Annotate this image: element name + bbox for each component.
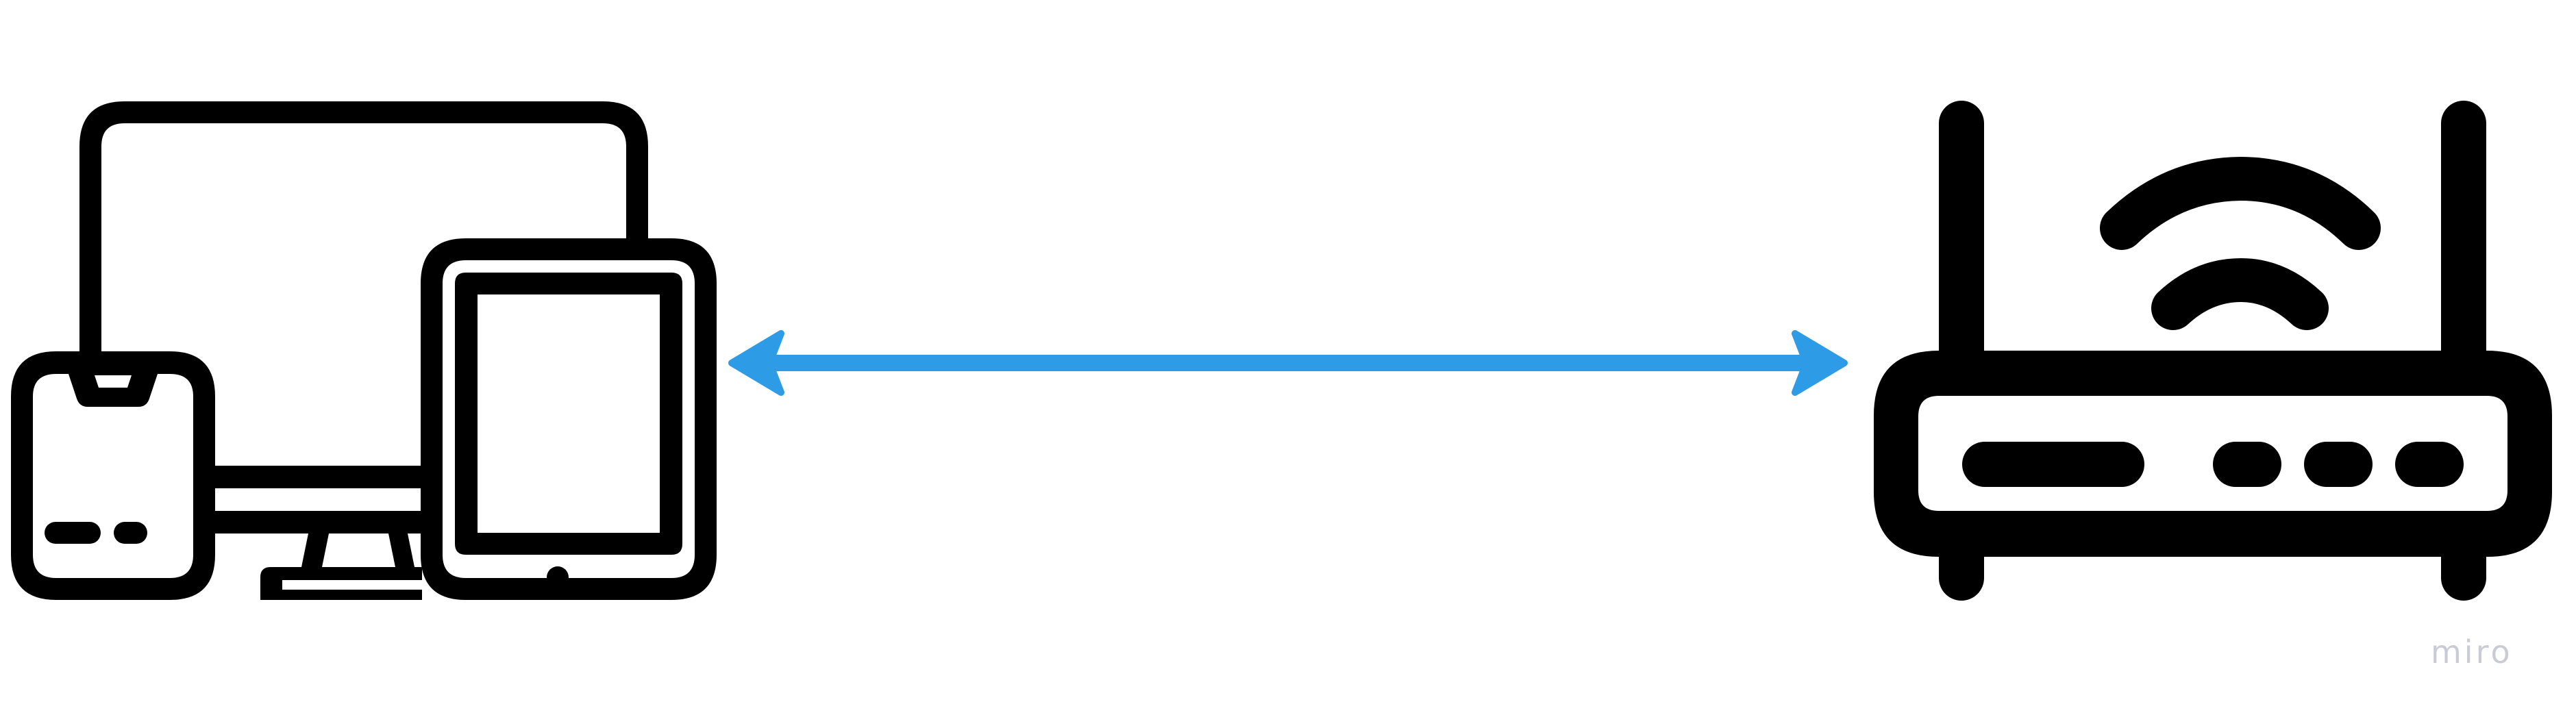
monitor-bar-bottom [214,511,422,534]
monitor-stand-base [260,567,422,600]
monitor-bar-top [214,466,422,488]
phone-bar-long [45,522,101,544]
arrow-head-left [728,330,784,396]
bidirectional-arrow[interactable] [728,330,1848,396]
antenna-right-icon [2441,101,2486,375]
monitor-stand-left [301,534,329,567]
wifi-wave-outer [2100,156,2381,250]
router-led-1 [2213,442,2281,487]
arrow-shaft [773,355,1813,371]
arrow-head-right [1792,330,1848,396]
multi-device-icon[interactable] [11,101,717,600]
router-led-2 [2304,442,2373,487]
router-status-bar [1962,442,2144,487]
tablet-screen [455,273,682,555]
monitor-stand-right [388,534,414,567]
phone-notch [69,374,158,407]
diagram-canvas [11,101,2552,601]
phone-bar-short [114,522,147,544]
monitor-icon [79,101,648,351]
wifi-wave-inner [2151,258,2329,330]
wifi-signal-icon [2100,156,2381,330]
tablet-home-button [547,566,569,588]
antenna-left-icon [1939,101,1984,375]
miro-watermark-logo: miro [2431,633,2513,670]
router-led-3 [2395,442,2464,487]
